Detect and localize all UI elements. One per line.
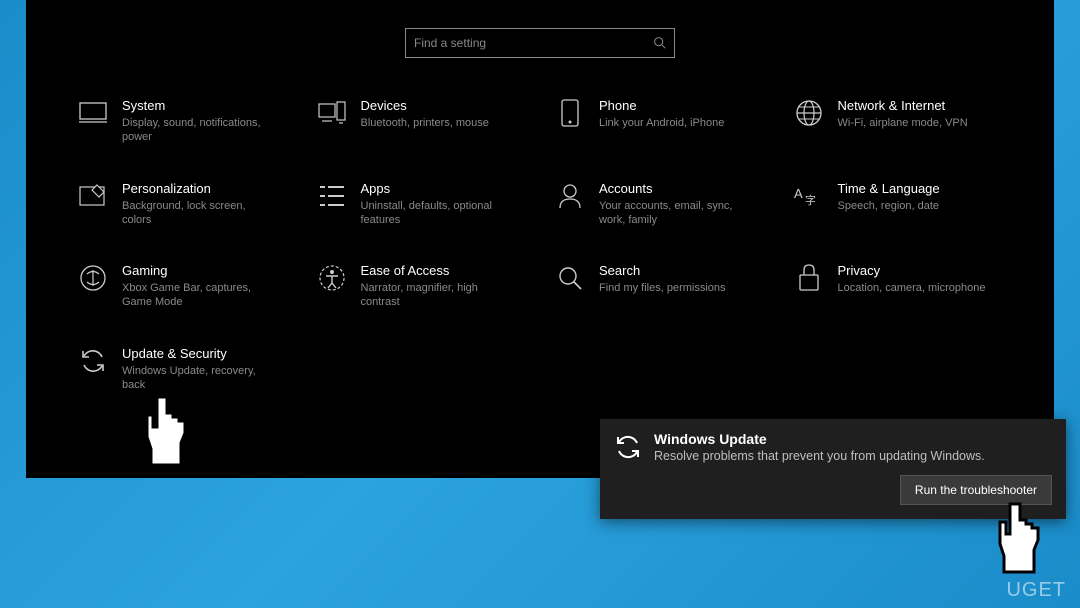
category-system[interactable]: System Display, sound, notifications, po… (68, 98, 297, 145)
category-text: System Display, sound, notifications, po… (122, 98, 272, 145)
category-text: Apps Uninstall, defaults, optional featu… (361, 181, 511, 228)
category-text: Devices Bluetooth, printers, mouse (361, 98, 489, 130)
category-title: Network & Internet (838, 98, 968, 113)
category-desc: Your accounts, email, sync, work, family (599, 199, 749, 228)
category-network[interactable]: Network & Internet Wi-Fi, airplane mode,… (784, 98, 1013, 145)
search-category-icon (555, 263, 585, 293)
windows-update-icon (614, 433, 642, 461)
accounts-icon (555, 181, 585, 211)
search-container (68, 28, 1012, 58)
search-input[interactable] (414, 36, 666, 50)
category-title: Phone (599, 98, 724, 113)
svg-text:A: A (794, 186, 803, 201)
system-icon (78, 98, 108, 128)
category-text: Accounts Your accounts, email, sync, wor… (599, 181, 749, 228)
category-ease-of-access[interactable]: Ease of Access Narrator, magnifier, high… (307, 263, 536, 310)
category-update-security[interactable]: Update & Security Windows Update, recove… (68, 346, 297, 393)
category-text: Phone Link your Android, iPhone (599, 98, 724, 130)
category-personalization[interactable]: Personalization Background, lock screen,… (68, 181, 297, 228)
category-title: Accounts (599, 181, 749, 196)
category-title: Search (599, 263, 726, 278)
category-desc: Background, lock screen, colors (122, 199, 272, 228)
category-desc: Xbox Game Bar, captures, Game Mode (122, 281, 272, 310)
category-title: Gaming (122, 263, 272, 278)
category-title: Personalization (122, 181, 272, 196)
category-text: Search Find my files, permissions (599, 263, 726, 295)
category-text: Personalization Background, lock screen,… (122, 181, 272, 228)
network-icon (794, 98, 824, 128)
category-privacy[interactable]: Privacy Location, camera, microphone (784, 263, 1013, 310)
svg-text:字: 字 (805, 193, 816, 207)
category-text: Ease of Access Narrator, magnifier, high… (361, 263, 511, 310)
devices-icon (317, 98, 347, 128)
phone-icon (555, 98, 585, 128)
ease-of-access-icon (317, 263, 347, 293)
category-desc: Windows Update, recovery, back (122, 364, 272, 393)
settings-window: System Display, sound, notifications, po… (26, 0, 1054, 478)
troubleshoot-desc: Resolve problems that prevent you from u… (654, 449, 985, 463)
category-desc: Uninstall, defaults, optional features (361, 199, 511, 228)
category-search[interactable]: Search Find my files, permissions (545, 263, 774, 310)
category-title: Apps (361, 181, 511, 196)
category-title: Time & Language (838, 181, 940, 196)
category-accounts[interactable]: Accounts Your accounts, email, sync, wor… (545, 181, 774, 228)
category-desc: Bluetooth, printers, mouse (361, 116, 489, 130)
category-devices[interactable]: Devices Bluetooth, printers, mouse (307, 98, 536, 145)
category-gaming[interactable]: Gaming Xbox Game Bar, captures, Game Mod… (68, 263, 297, 310)
category-title: Devices (361, 98, 489, 113)
category-text: Network & Internet Wi-Fi, airplane mode,… (838, 98, 968, 130)
category-title: Update & Security (122, 346, 272, 361)
category-phone[interactable]: Phone Link your Android, iPhone (545, 98, 774, 145)
category-text: Update & Security Windows Update, recove… (122, 346, 272, 393)
category-desc: Wi-Fi, airplane mode, VPN (838, 116, 968, 130)
category-title: Ease of Access (361, 263, 511, 278)
search-icon (653, 36, 666, 54)
category-title: Privacy (838, 263, 986, 278)
category-text: Privacy Location, camera, microphone (838, 263, 986, 295)
category-desc: Find my files, permissions (599, 281, 726, 295)
time-language-icon: A字 (794, 181, 824, 211)
run-troubleshooter-button[interactable]: Run the troubleshooter (900, 475, 1052, 505)
troubleshoot-button-row: Run the troubleshooter (614, 475, 1052, 505)
category-title: System (122, 98, 272, 113)
category-desc: Link your Android, iPhone (599, 116, 724, 130)
troubleshoot-title: Windows Update (654, 431, 985, 447)
category-text: Time & Language Speech, region, date (838, 181, 940, 213)
category-apps[interactable]: Apps Uninstall, defaults, optional featu… (307, 181, 536, 228)
search-box[interactable] (405, 28, 675, 58)
category-desc: Display, sound, notifications, power (122, 116, 272, 145)
troubleshoot-row: Windows Update Resolve problems that pre… (614, 431, 1052, 463)
update-security-icon (78, 346, 108, 376)
troubleshoot-panel: Windows Update Resolve problems that pre… (600, 419, 1066, 519)
category-desc: Speech, region, date (838, 199, 940, 213)
personalization-icon (78, 181, 108, 211)
category-time-language[interactable]: A字 Time & Language Speech, region, date (784, 181, 1013, 228)
category-text: Gaming Xbox Game Bar, captures, Game Mod… (122, 263, 272, 310)
apps-icon (317, 181, 347, 211)
settings-grid: System Display, sound, notifications, po… (68, 98, 1012, 392)
privacy-icon (794, 263, 824, 293)
category-desc: Location, camera, microphone (838, 281, 986, 295)
watermark: UGET (1006, 579, 1066, 602)
category-desc: Narrator, magnifier, high contrast (361, 281, 511, 310)
troubleshoot-text: Windows Update Resolve problems that pre… (654, 431, 985, 463)
gaming-icon (78, 263, 108, 293)
